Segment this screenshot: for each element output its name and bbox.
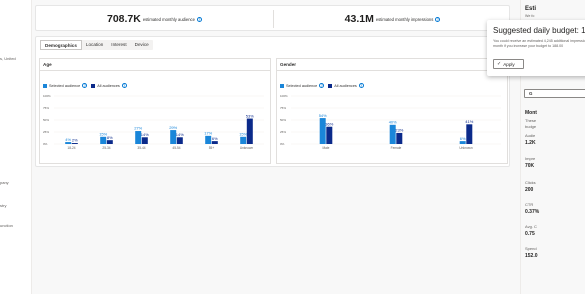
bar <box>176 137 183 144</box>
gender-chart-card: Gender Selected audience ? All audiences… <box>276 58 508 164</box>
data-label: 41% <box>465 119 473 124</box>
bar <box>466 124 473 144</box>
category-label: Unknown <box>459 146 473 150</box>
y-tick-label: 25% <box>280 130 286 134</box>
impressions-label: Impre <box>525 156 536 161</box>
bar <box>106 140 113 144</box>
avg-cpc-value: 0.75 <box>525 231 535 237</box>
bar <box>71 143 78 144</box>
bar <box>211 141 218 144</box>
info-icon[interactable]: ? <box>197 16 202 22</box>
budget-suggestion-popup: Suggested daily budget: 188 You could re… <box>487 20 585 76</box>
data-label: 14% <box>176 132 184 137</box>
category-label: Male <box>323 146 330 150</box>
category-label: 25-34 <box>102 146 110 150</box>
clicks-value: 200 <box>525 187 534 193</box>
bar <box>141 137 148 144</box>
bar <box>459 141 466 144</box>
left-item-industry[interactable]: stry <box>0 203 6 208</box>
check-icon: ✓ <box>497 61 502 67</box>
data-label: 54% <box>319 113 327 118</box>
data-label: 8% <box>107 135 113 140</box>
data-label: 23% <box>395 128 403 133</box>
bar <box>100 136 107 144</box>
estimate-heading: Esti <box>525 6 537 12</box>
spend-label: Spend <box>525 246 537 251</box>
left-item-job-function[interactable]: unction <box>0 223 13 228</box>
data-label: 27% <box>134 126 142 131</box>
tab-interest[interactable]: Interest <box>107 40 130 50</box>
audience-label: Audie <box>525 133 536 138</box>
clicks-label: Clicks <box>525 180 536 185</box>
age-chart-card: Age Selected audience ? All audiences ? … <box>39 58 271 164</box>
audience-value: 708.7K <box>106 13 141 25</box>
y-tick-label: 50% <box>43 118 49 122</box>
data-label: 36% <box>325 121 333 126</box>
data-label: 53% <box>246 113 254 118</box>
bar <box>396 132 403 144</box>
age-bar-chart: 100%75%50%25%0%4% 2%18-2415%8%25-3427%14%… <box>43 94 264 150</box>
data-label: 4% <box>65 137 71 142</box>
y-tick-label: 75% <box>43 106 49 110</box>
gender-bar-chart: 100% 75% 50% 25% 0% 54% 36% Male 40% 23% Female 6% 4… <box>280 94 501 150</box>
category-label: 18-24 <box>67 146 75 150</box>
monthly-line: budge <box>525 124 537 129</box>
breakdown-tabs: Demographics Location Interest Device <box>40 40 153 50</box>
category-label: 55+ <box>209 146 215 150</box>
apply-button[interactable]: ✓ Apply <box>493 59 524 69</box>
data-label: 29% <box>169 125 177 130</box>
y-tick-label: 0% <box>280 142 285 146</box>
y-tick-label: 100% <box>43 94 51 98</box>
left-item-location[interactable]: s, United <box>0 56 16 61</box>
audience-stat: 708.7K estimated monthly audience ? <box>36 6 273 32</box>
category-label: 35-44 <box>137 146 145 150</box>
y-tick-label: 50% <box>280 118 286 122</box>
data-label: 17% <box>204 131 212 136</box>
impressions-label: estimated monthly impressions <box>375 16 434 22</box>
tab-demographics[interactable]: Demographics <box>40 40 82 50</box>
bar <box>326 126 333 144</box>
apply-label: Apply <box>503 61 515 67</box>
audience-label: estimated monthly audience <box>142 16 195 22</box>
category-label: Female <box>391 146 402 150</box>
impressions-value: 43.1M <box>344 13 374 25</box>
spend-value: 152.0 <box>525 253 538 259</box>
ctr-label: CTR <box>525 202 534 207</box>
popup-title: Suggested daily budget: 188 <box>493 26 585 35</box>
y-tick-label: 25% <box>43 130 49 134</box>
ctr-value: 0.37% <box>525 209 540 215</box>
y-tick-label: 0% <box>43 142 48 146</box>
left-item-company[interactable]: pany <box>0 180 9 185</box>
avg-cpc-label: Avg. C <box>525 224 537 229</box>
data-label: 40% <box>389 120 397 125</box>
g-button[interactable]: G <box>524 89 585 98</box>
data-label: 6% <box>212 136 218 141</box>
category-label: Unknown <box>240 146 254 150</box>
monthly-line: These <box>525 118 537 123</box>
data-label: 15% <box>239 132 247 137</box>
info-icon[interactable]: ? <box>435 16 441 22</box>
tab-location[interactable]: Location <box>82 40 107 50</box>
tab-device[interactable]: Device <box>131 40 153 50</box>
data-label: 14% <box>141 132 149 137</box>
impressions-value: 70K <box>525 163 535 169</box>
data-label: 2% <box>72 138 78 143</box>
popup-text: You could receive an estimated 4,245 add… <box>493 39 585 48</box>
audience-value: 1.2K <box>525 140 536 146</box>
breakdown-panel: Demographics Location Interest Device Ag… <box>35 36 510 167</box>
bar <box>246 118 253 144</box>
audience-summary: 708.7K estimated monthly audience ? 43.1… <box>35 5 510 31</box>
bar <box>205 135 212 144</box>
estimate-subheading: We fo <box>525 14 535 18</box>
y-tick-label: 100% <box>280 94 288 98</box>
bar <box>240 136 247 144</box>
monthly-heading: Mont <box>525 110 537 116</box>
impressions-stat: 43.1M estimated monthly impressions ? <box>274 6 511 32</box>
category-label: 45-54 <box>172 146 180 150</box>
bar <box>65 142 72 144</box>
main-area: 708.7K estimated monthly audience ? 43.1… <box>32 0 520 294</box>
left-panel: s, United pany stry unction <box>0 0 32 294</box>
data-label: 6% <box>460 136 466 141</box>
y-tick-label: 75% <box>280 106 286 110</box>
